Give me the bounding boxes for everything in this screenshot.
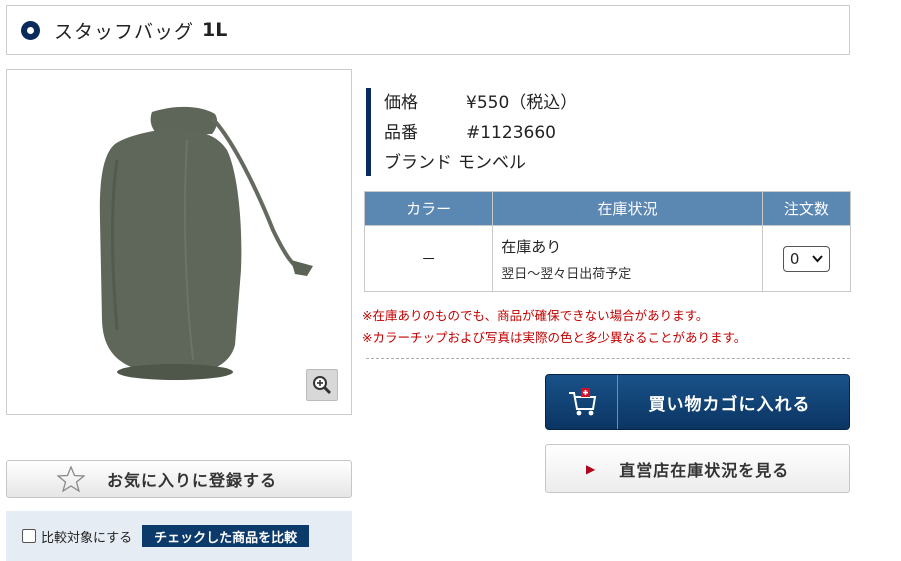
- brand-value: モンベル: [458, 153, 526, 173]
- product-info: 価格 ¥550（税込） 品番 #1123660 ブランド モンベル: [366, 88, 850, 176]
- circle-bullet-icon: [21, 20, 40, 40]
- add-favorite-button[interactable]: お気に入りに登録する: [6, 460, 352, 498]
- zoom-in-icon: [313, 376, 332, 395]
- divider: [366, 358, 850, 359]
- compare-checkbox[interactable]: [22, 529, 36, 543]
- store-stock-label: 直営店在庫状況を見る: [619, 460, 790, 480]
- delivery-estimate: 翌日～翌々日出荷予定: [501, 266, 632, 282]
- stock-status: 在庫あり: [501, 237, 562, 256]
- add-favorite-label: お気に入りに登録する: [107, 471, 278, 490]
- header-quantity: 注文数: [761, 191, 852, 226]
- sku-label: 品番: [384, 123, 418, 143]
- sku-row: 品番 #1123660: [384, 118, 850, 148]
- stock-table: カラー 在庫状況 注文数 － 在庫あり 翌日～翌々日出荷予定 0: [363, 191, 852, 292]
- price-row: 価格 ¥550（税込）: [384, 88, 850, 118]
- chevron-down-icon: [812, 254, 823, 262]
- arrow-right-icon: ▶: [586, 461, 596, 476]
- cart-add-icon: [568, 388, 596, 416]
- product-image-frame[interactable]: [6, 69, 352, 415]
- price-value: ¥550（税込）: [466, 93, 578, 113]
- table-row: － 在庫あり 翌日～翌々日出荷予定 0: [363, 225, 852, 292]
- sku-value: #1123660: [466, 123, 556, 143]
- add-to-cart-label: 買い物カゴに入れる: [648, 394, 811, 415]
- quantity-value: 0: [789, 249, 800, 268]
- notice-list: ※在庫ありのものでも、商品が確保できない場合があります。 ※カラーチップおよび写…: [362, 305, 746, 349]
- compare-checkbox-label[interactable]: 比較対象にする: [41, 527, 132, 546]
- quantity-select[interactable]: 0: [782, 245, 830, 272]
- star-outline-icon: [57, 466, 85, 492]
- price-label: 価格: [384, 93, 418, 113]
- status-cell: 在庫あり 翌日～翌々日出荷予定: [492, 225, 763, 292]
- notice-item: ※カラーチップおよび写真は実際の色と多少異なることがあります。: [362, 330, 747, 345]
- zoom-button[interactable]: [306, 369, 338, 401]
- store-stock-button[interactable]: ▶ 直営店在庫状況を見る: [545, 444, 850, 493]
- header-stock-status: 在庫状況: [492, 191, 763, 226]
- cart-icon-wrap: [546, 375, 618, 429]
- notice-item: ※在庫ありのものでも、商品が確保できない場合があります。: [362, 308, 709, 323]
- brand-row: ブランド モンベル: [384, 148, 850, 178]
- add-to-cart-button[interactable]: 買い物カゴに入れる: [545, 374, 850, 430]
- product-size: 1L: [202, 19, 228, 41]
- compare-button[interactable]: チェックした商品を比較: [142, 525, 310, 547]
- product-photo: [99, 106, 313, 380]
- quantity-cell: 0: [761, 225, 852, 292]
- brand-label: ブランド: [384, 153, 452, 173]
- color-cell: －: [363, 225, 494, 292]
- product-name: スタッフバッグ: [54, 20, 195, 43]
- product-title-bar: スタッフバッグ 1L: [6, 5, 850, 55]
- header-color: カラー: [363, 191, 494, 226]
- compare-bar: 比較対象にする チェックした商品を比較: [6, 511, 352, 561]
